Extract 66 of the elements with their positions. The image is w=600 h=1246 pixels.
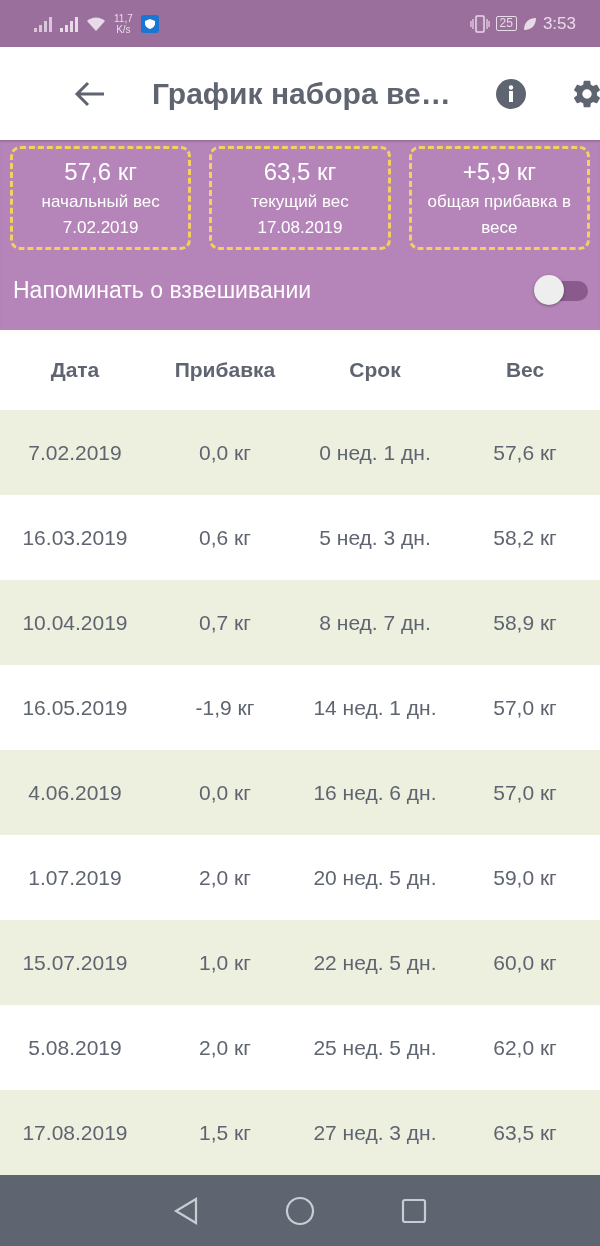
table-cell-text: -1,9 кг bbox=[194, 695, 256, 720]
battery-level: 25 bbox=[495, 16, 517, 31]
clock: 3:53 bbox=[542, 13, 576, 34]
recents-button[interactable] bbox=[401, 1197, 427, 1224]
table-cell-text: 2,0 кг bbox=[198, 1035, 252, 1060]
weight-label: общая прибавка в весе bbox=[426, 191, 573, 239]
table-cell-text: 0,7 кг bbox=[198, 610, 252, 635]
back-button[interactable] bbox=[74, 79, 106, 108]
table-cell-text: 57,0 кг bbox=[492, 780, 558, 805]
table-cell-text: 0,6 кг bbox=[198, 525, 252, 550]
table-cell-text: 1,5 кг bbox=[198, 1120, 252, 1145]
screen-title: График набора ве… bbox=[152, 76, 451, 111]
weight-label: начальный вес bbox=[40, 191, 161, 213]
reminder-label: Напоминать о взвешивании bbox=[13, 276, 312, 304]
table-cell-text: 2,0 кг bbox=[198, 865, 252, 890]
table-cell-text: 5 нед. 3 дн. bbox=[318, 525, 432, 550]
table-cell-text: 58,2 кг bbox=[492, 525, 558, 550]
table-cell-text: 16.05.2019 bbox=[21, 695, 129, 720]
column-header: Дата bbox=[49, 358, 101, 382]
network-speed: 11,7 bbox=[114, 12, 133, 24]
table-cell-text: 16 нед. 6 дн. bbox=[312, 780, 438, 805]
table-cell-text: 0,0 кг bbox=[198, 440, 252, 465]
table-cell-text: 1.07.2019 bbox=[27, 865, 123, 890]
table-cell-text: 15.07.2019 bbox=[21, 950, 129, 975]
vibrate-icon bbox=[469, 14, 490, 33]
table-cell-text: 58,9 кг bbox=[492, 610, 558, 635]
table-cell-text: 0,0 кг bbox=[198, 780, 252, 805]
table-cell-text: 20 нед. 5 дн. bbox=[312, 865, 438, 890]
table-cell-text: 60,0 кг bbox=[492, 950, 558, 975]
table-cell-text: 8 нед. 7 дн. bbox=[318, 610, 432, 635]
table-cell-text: 14 нед. 1 дн. bbox=[312, 695, 438, 720]
table-cell-text: 57,0 кг bbox=[492, 695, 558, 720]
weight-date: 7.02.2019 bbox=[61, 217, 140, 239]
column-header: Срок bbox=[348, 358, 402, 382]
shield-icon bbox=[140, 14, 159, 33]
leaf-icon bbox=[522, 16, 537, 31]
table-cell-text: 4.06.2019 bbox=[27, 780, 123, 805]
table-cell-text: 5.08.2019 bbox=[27, 1035, 123, 1060]
signal-icon bbox=[60, 15, 78, 32]
table-cell-text: 1,0 кг bbox=[198, 950, 252, 975]
table-cell-text: 25 нед. 5 дн. bbox=[312, 1035, 438, 1060]
table-cell-text: 59,0 кг bbox=[492, 865, 558, 890]
table-cell-text: 16.03.2019 bbox=[21, 525, 129, 550]
weight-value: 63,5 кг bbox=[263, 157, 337, 187]
table-cell-text: 17.08.2019 bbox=[21, 1120, 129, 1145]
info-button[interactable] bbox=[494, 77, 527, 110]
reminder-switch[interactable] bbox=[534, 275, 588, 305]
table-cell-text: 10.04.2019 bbox=[21, 610, 129, 635]
table-cell-text: 0 нед. 1 дн. bbox=[318, 440, 432, 465]
weight-value: 57,6 кг bbox=[64, 157, 137, 187]
column-header: Вес bbox=[504, 358, 546, 382]
table-cell-text: 7.02.2019 bbox=[27, 440, 123, 465]
table-cell-text: 63,5 кг bbox=[492, 1120, 558, 1145]
wifi-icon bbox=[86, 15, 106, 32]
table-cell-text: 57,6 кг bbox=[492, 440, 558, 465]
table-cell-text: 27 нед. 3 дн. bbox=[312, 1120, 438, 1145]
weight-value: +5,9 кг bbox=[462, 157, 536, 187]
home-button[interactable] bbox=[285, 1195, 315, 1226]
back-nav-button[interactable] bbox=[173, 1196, 199, 1225]
signal-icon bbox=[34, 15, 52, 32]
column-header: Прибавка bbox=[173, 358, 277, 382]
weight-date: 17.08.2019 bbox=[256, 217, 344, 239]
speed-unit: K/s bbox=[116, 23, 131, 35]
table-cell-text: 22 нед. 5 дн. bbox=[312, 950, 438, 975]
weight-label: текущий вес bbox=[250, 191, 350, 213]
table-cell-text: 62,0 кг bbox=[492, 1035, 558, 1060]
